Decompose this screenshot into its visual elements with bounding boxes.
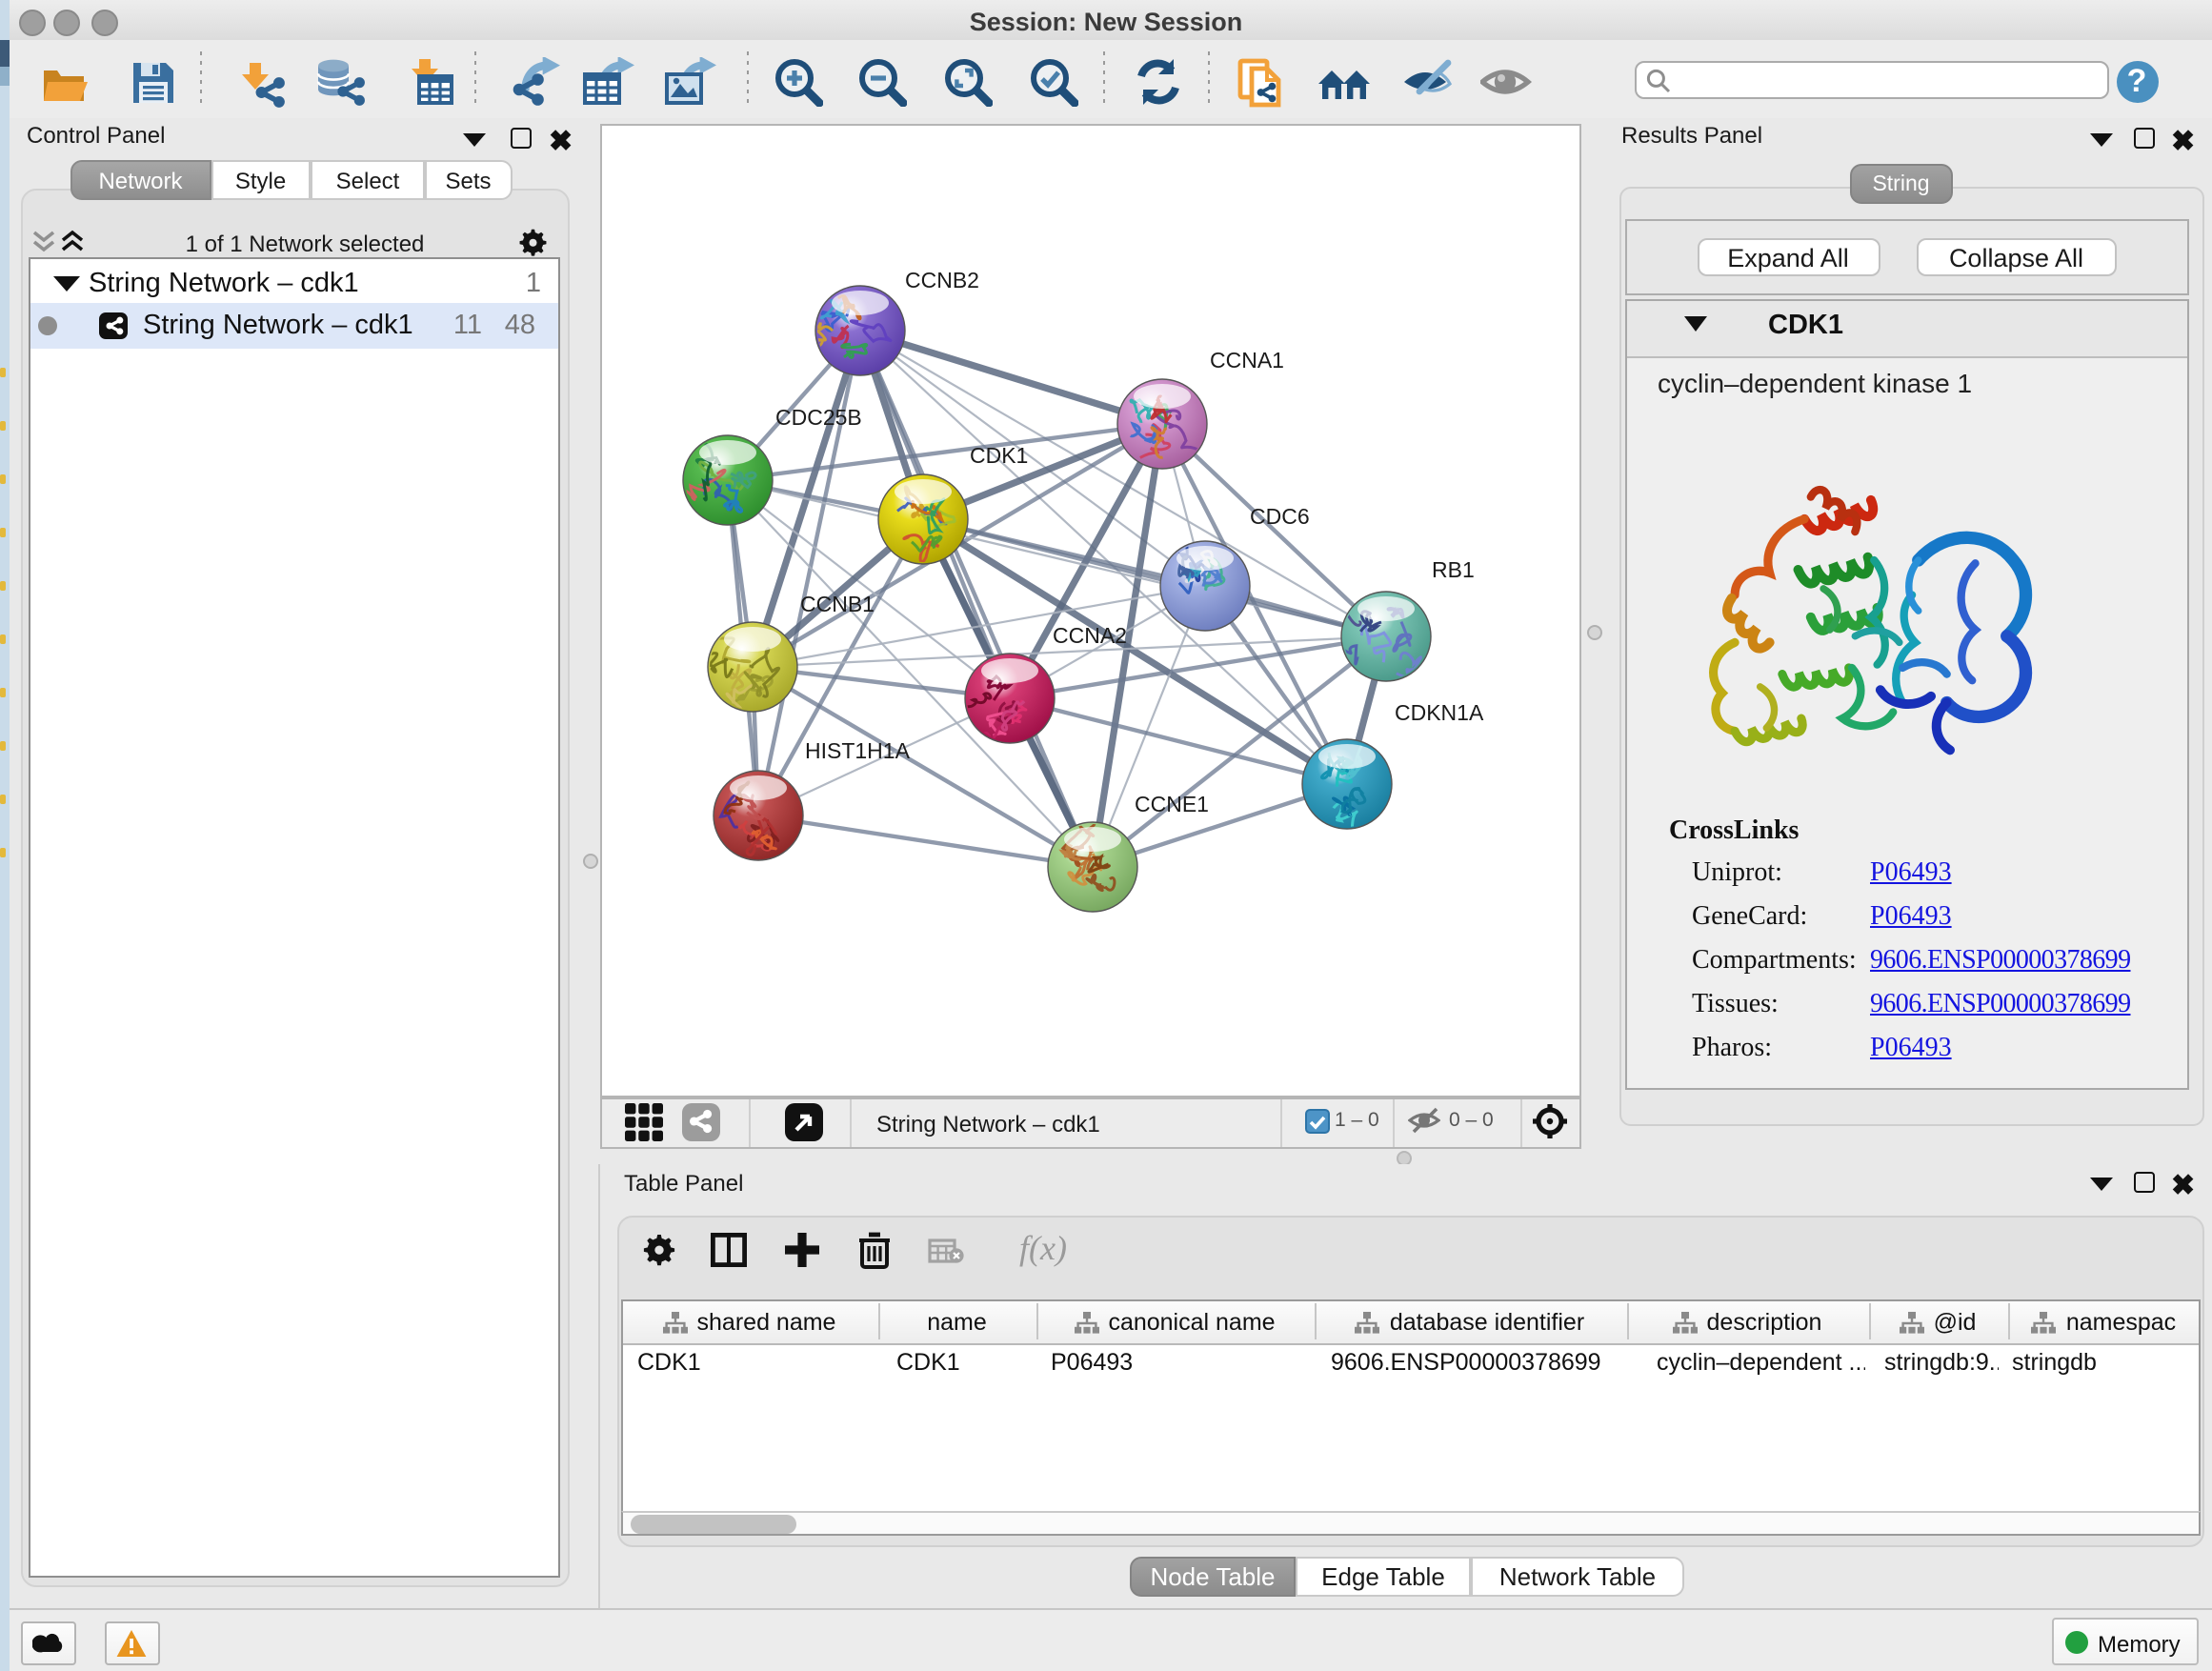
svg-text:RB1: RB1 — [1432, 557, 1475, 582]
svg-text:CDKN1A: CDKN1A — [1395, 700, 1484, 725]
svg-text:CDC6: CDC6 — [1250, 504, 1310, 529]
svg-text:CCNA2: CCNA2 — [1053, 623, 1127, 648]
svg-text:CDK1: CDK1 — [970, 443, 1028, 468]
svg-text:CCNE1: CCNE1 — [1135, 792, 1209, 816]
svg-text:CCNB2: CCNB2 — [905, 268, 979, 292]
svg-text:CCNA1: CCNA1 — [1210, 348, 1284, 372]
svg-text:HIST1H1A: HIST1H1A — [805, 738, 911, 763]
svg-text:CDC25B: CDC25B — [775, 405, 862, 430]
svg-text:CCNB1: CCNB1 — [800, 592, 875, 616]
